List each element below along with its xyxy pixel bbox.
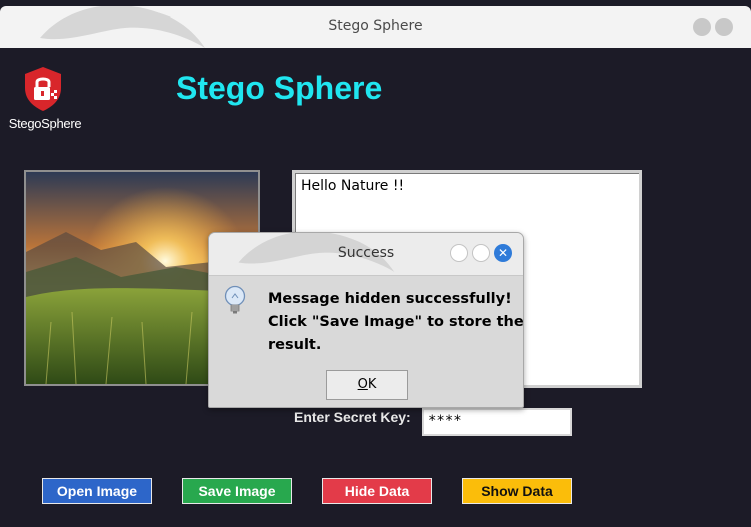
window-titlebar[interactable]: Stego Sphere [0,6,751,48]
open-image-button[interactable]: Open Image [42,478,152,504]
minimize-button[interactable] [693,18,711,36]
app-logo: StegoSphere [4,66,86,132]
dialog-titlebar[interactable]: Success ✕ [209,233,523,276]
dialog-minimize-button[interactable] [450,244,468,262]
dialog-message: Message hidden successfully! Click "Save… [268,288,524,357]
dialog-message-line: result. [268,337,322,353]
ok-button-mnemonic: O [357,377,368,392]
ok-button-label: K [367,377,377,392]
dialog-close-button[interactable]: ✕ [494,244,512,262]
dialog-message-line: Click "Save Image" to store the [268,314,524,330]
dialog-maximize-button[interactable] [472,244,490,262]
window-title: Stego Sphere [328,18,423,34]
app-title: Stego Sphere [176,70,383,106]
success-dialog: Success ✕ Message hidden successfully! C… [208,232,524,408]
close-icon: ✕ [497,246,509,260]
lock-shield-icon [25,67,61,111]
save-image-button[interactable]: Save Image [182,478,292,504]
show-data-button[interactable]: Show Data [462,478,572,504]
ok-button[interactable]: OK [326,370,408,400]
maximize-button[interactable] [715,18,733,36]
hide-data-button[interactable]: Hide Data [322,478,432,504]
lightbulb-icon [224,285,246,314]
secret-key-input[interactable]: **** [422,408,572,436]
secret-key-label: Enter Secret Key: [294,409,411,425]
logo-text: StegoSphere [8,116,82,131]
dialog-message-line: Message hidden successfully! [268,291,512,307]
